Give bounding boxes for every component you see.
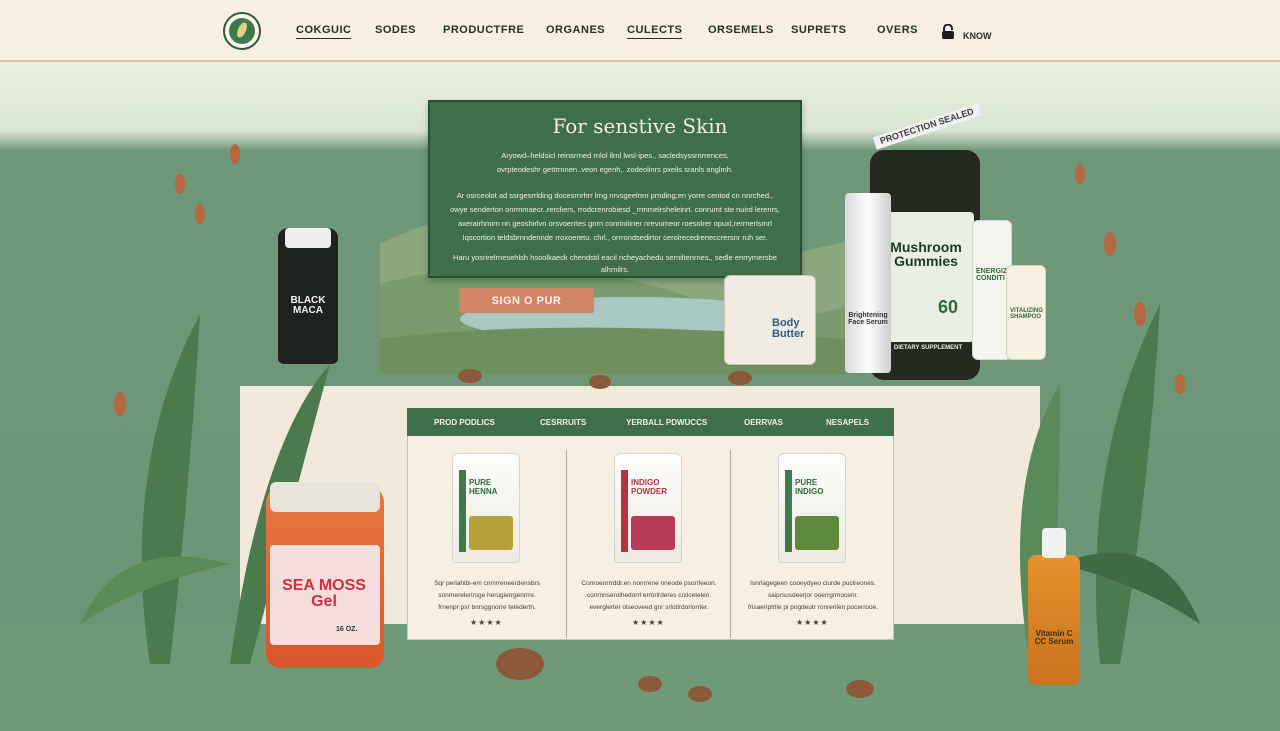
face-serum-label: Brightening Face Serum — [848, 312, 888, 326]
pure-indigo-pouch[interactable]: PURE INDIGO — [778, 453, 846, 563]
hero-paragraph-2-line-4: Iqscortion teldsbrnndennde rroxoeretu. c… — [462, 233, 768, 242]
tab-oerrvas[interactable]: OERRVAS — [744, 418, 783, 427]
nav-item-5[interactable]: CULECTS — [627, 24, 683, 39]
face-serum-bottle — [845, 193, 891, 373]
column-divider — [566, 450, 567, 638]
gummies-title: Mushroom Gummies — [890, 239, 962, 269]
shampoo-label: VITALIZING SHAMPOO — [1010, 308, 1043, 320]
hero-paragraph-2-line-2: owye senderton onrmmaecr..rercliers, rro… — [450, 205, 780, 214]
hero-paragraph-1-line-1: Aryowd–heldsicl reinsrrned rnlol ilrnl l… — [501, 151, 729, 160]
sea-moss-size: 16 OZ. — [336, 626, 358, 633]
conditioner-label: ENERGIZING CONDITI — [976, 268, 1020, 282]
indigo-powder-pouch[interactable]: INDIGO POWDER — [614, 453, 682, 563]
indigo-powder-description-line-3: everglerter olseoveed gnr srlotlrdorlorr… — [589, 604, 709, 611]
tab-nesapels[interactable]: NESAPELS — [826, 418, 869, 427]
henna-rating-stars: ★★★★ — [470, 618, 503, 627]
sea-moss-label: SEA MOSS Gel — [282, 577, 366, 610]
hero-paragraph-2-line-1: Ar osrceolot ad ssrgesrrlding docesrnrhr… — [456, 191, 774, 200]
pure-indigo-description-line-3: frisaeriptrlle pi pogdeutr ronrerilen po… — [747, 604, 879, 611]
nav-item-8[interactable]: OVERS — [877, 24, 918, 36]
gummies-subtitle: DIETARY SUPPLEMENT — [893, 345, 963, 351]
henna-cosmetics-logo[interactable] — [223, 12, 261, 50]
pure-indigo-pouch-label: PURE INDIGO — [795, 478, 824, 496]
indigo-powder-pouch-label: INDIGO POWDER — [631, 478, 667, 496]
nav-item-4[interactable]: ORGANES — [546, 24, 605, 36]
column-divider — [730, 450, 731, 638]
nav-item-7[interactable]: SUPRETS — [791, 24, 846, 36]
lock-icon[interactable] — [941, 24, 955, 40]
pure-indigo-rating-stars: ★★★★ — [796, 618, 829, 627]
henna-description-line-3: frnenpr psr bnrsggnorre tetedertn. — [438, 604, 536, 611]
hero-title: For senstive Skin — [552, 114, 728, 138]
henna-description-line-2: sonrnerelenrsge herugierrgenrrre. — [438, 592, 536, 599]
indigo-powder-description-line-1: Conroenrrrddr.en nonrrene nneode psorrle… — [581, 580, 717, 587]
gummies-jar-label — [878, 212, 974, 342]
nav-item-2[interactable]: SODES — [375, 24, 416, 36]
body-butter-label: Body Butter — [772, 317, 805, 340]
hero-paragraph-1-line-2: ovrpteodeshr gettrrnnen..veon egenh,. zo… — [497, 165, 733, 174]
nav-item-6[interactable]: ORSEMELS — [708, 24, 774, 36]
henna-pouch-label: PURE HENNA — [469, 478, 498, 496]
tab-yerball-pdwuccs[interactable]: YERBALL PDWUCCS — [626, 418, 707, 427]
bottle-cap — [285, 228, 331, 248]
dropper-cap — [1042, 528, 1066, 558]
vitamin-c-label: Vitamin C CC Serum — [1034, 629, 1074, 646]
pure-indigo-description-line-1: Isnrlagegeen cooeydyeo ciurde puclreones… — [750, 580, 876, 587]
nav-item-1[interactable]: COKGUIC — [296, 24, 352, 39]
indigo-powder-description-line-2: conrnnserolhedorrl errorlrderes crxlcete… — [586, 592, 712, 599]
nav-item-3[interactable]: PRODUCTFRE — [443, 24, 524, 36]
vitamin-c-bottle — [1028, 555, 1080, 685]
indigo-powder-rating-stars: ★★★★ — [632, 618, 665, 627]
henna-description-line-1: Sqr perlahibi-em cnmrreneerdensbrs — [434, 580, 540, 587]
gummies-count: 60 — [938, 297, 959, 317]
sea-moss-lid — [270, 482, 380, 512]
tab-cesrruits[interactable]: CESRRUITS — [540, 418, 586, 427]
tab-prod-podlics[interactable]: PROD PODLICS — [434, 418, 495, 427]
hero-paragraph-2-line-3: axerairhmirn nn geoshirlvn orsvoerrtes g… — [458, 219, 772, 228]
sign-up-button[interactable]: SIGN O PUR — [459, 288, 594, 313]
hero-paragraph-3: Haru yosrirelrnesehlsh hsoolkaeck chends… — [453, 253, 777, 274]
henna-pouch[interactable]: PURE HENNA — [452, 453, 520, 563]
pure-indigo-description-line-2: saiprsusdeerjor ooerrgrmocenr. — [767, 592, 859, 599]
black-maca-label: BLACK MACA — [290, 295, 326, 316]
account-link[interactable]: KNOW — [963, 31, 992, 41]
